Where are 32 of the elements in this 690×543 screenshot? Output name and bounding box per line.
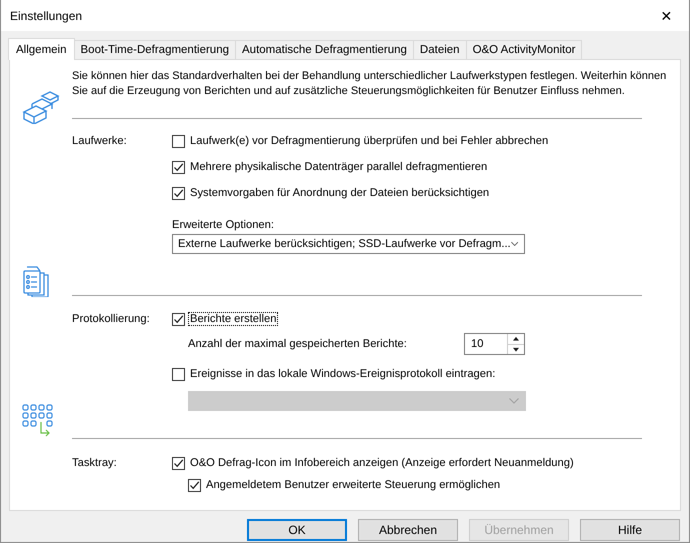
- dialog-button[interactable]: Abbrechen: [358, 519, 458, 541]
- chevron-down-icon: [510, 241, 518, 247]
- checkbox-label[interactable]: Ereignisse in das lokale Windows-Ereignisprotokoll eintragen:: [188, 367, 498, 381]
- checkbox-label[interactable]: Berichte erstellen: [188, 312, 278, 326]
- tab[interactable]: Allgemein: [8, 38, 74, 60]
- description-text: Sie können hier das Standardverhalten bei der Behandlung unterschiedlicher Laufwerkstypen festlegen. Weiterhin können Sie auf die Erzeugung von Berichten und auf zusätzliche Steuerungsmöglichkeiten für Benutzer Einfluss nehmen.: [72, 69, 668, 99]
- section-label: Laufwerke:: [72, 134, 128, 149]
- dialog-button[interactable]: Hilfe: [580, 519, 680, 541]
- checkbox[interactable]: [172, 134, 185, 148]
- chevron-down-icon: [509, 398, 519, 404]
- close-button[interactable]: ✕: [644, 0, 689, 31]
- checkbox[interactable]: [172, 456, 185, 470]
- checkbox-label[interactable]: O&O Defrag-Icon im Infobereich anzeigen (Anzeige erfordert Neuanmeldung): [188, 456, 576, 470]
- window-title: Einstellungen: [10, 8, 82, 22]
- checkbox[interactable]: [172, 160, 185, 174]
- dialog-button[interactable]: OK: [247, 519, 347, 541]
- section-label: Protokollierung:: [72, 312, 151, 327]
- checkbox[interactable]: [172, 312, 185, 326]
- section-label: Tasktray:: [72, 456, 118, 471]
- checkbox[interactable]: [172, 368, 185, 380]
- checkbox-label[interactable]: Systemvorgaben für Anordnung der Dateien berücksichtigen: [188, 186, 492, 200]
- checkbox[interactable]: [172, 186, 185, 200]
- spinner-label: Anzahl der maximal gespeicherten Berichte:: [188, 338, 407, 350]
- checkbox-label[interactable]: Mehrere physikalische Datenträger parallel defragmentieren: [188, 160, 490, 174]
- checkbox-label[interactable]: Angemeldetem Benutzer erweiterte Steuerung ermöglichen: [204, 478, 502, 492]
- checkbox-label[interactable]: Laufwerk(e) vor Defragmentierung überprüfen und bei Fehler abbrechen: [188, 134, 550, 148]
- field-caption: Erweiterte Optionen:: [172, 219, 275, 231]
- tray-grid-arrow-icon: [22, 404, 54, 438]
- number-spinner[interactable]: 10: [464, 333, 525, 355]
- dropdown[interactable]: Externe Laufwerke berücksichtigen; SSD-Laufwerke vor Defragm...: [172, 234, 525, 254]
- tab[interactable]: O&O ActivityMonitor: [466, 40, 582, 59]
- checkbox[interactable]: [188, 478, 201, 492]
